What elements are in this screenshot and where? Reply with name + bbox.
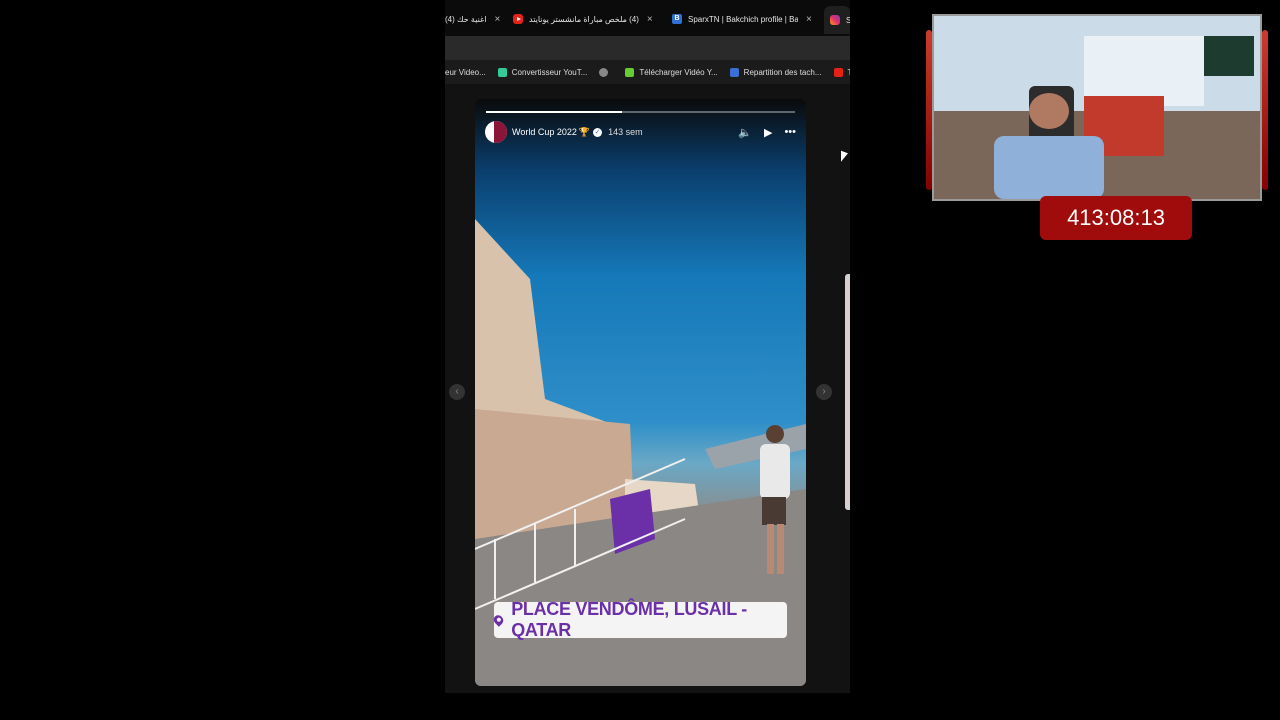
tab-2[interactable]: (4) ملخص مباراة مانشستر يونايتد × <box>513 8 663 30</box>
webcam-scene <box>934 16 1260 199</box>
location-sticker[interactable]: PLACE VENDÔME, LUSAIL - QATAR <box>491 599 787 640</box>
more-options-icon[interactable]: ••• <box>784 126 796 138</box>
qatar-flag-avatar[interactable] <box>485 121 507 143</box>
next-story-button[interactable]: › <box>816 384 832 400</box>
bookmark-label: Convertisseur YouT... <box>511 67 588 77</box>
bookmark-label: Télécharger Vidéo Y... <box>639 67 718 77</box>
download-icon <box>625 67 635 77</box>
streamer-webcam <box>932 14 1262 201</box>
close-icon[interactable]: × <box>494 14 500 25</box>
trophy-icon: 🏆 <box>578 126 591 137</box>
address-toolbar <box>445 36 850 60</box>
location-pin-icon <box>491 613 506 627</box>
tab-label: (4) اغنية حك <box>445 14 487 24</box>
tab-label: (4) ملخص مباراة مانشستر يونايتد <box>529 14 639 24</box>
story-controls: 🔈 ▶ ••• <box>738 126 796 139</box>
previous-story-button[interactable]: ‹ <box>449 384 465 400</box>
doc-icon <box>729 67 739 77</box>
close-icon[interactable]: × <box>647 14 653 25</box>
bookmark-6[interactable]: Te <box>833 67 851 77</box>
close-icon[interactable]: × <box>806 14 812 25</box>
stream-timer: 413:08:13 <box>1040 196 1192 240</box>
bookmark-4[interactable]: Télécharger Vidéo Y... <box>625 67 718 77</box>
story-time-ago: 143 sem <box>608 127 643 137</box>
tab-bar: (4) اغنية حك × (4) ملخص مباراة مانشستر ي… <box>445 0 850 36</box>
play-icon[interactable]: ▶ <box>764 126 772 139</box>
location-label: PLACE VENDÔME, LUSAIL - QATAR <box>511 599 747 640</box>
browser-window: (4) اغنية حك × (4) ملخص مباراة مانشستر ي… <box>445 0 850 693</box>
tab-3[interactable]: B SparxTN | Bakchich profile | Bak × <box>672 8 820 30</box>
story-progress-bar <box>486 111 795 113</box>
bookmark-label: eur Video... <box>445 67 486 77</box>
bookmarks-bar: eur Video... Convertisseur YouT... Téléc… <box>445 60 850 84</box>
story-account-name[interactable]: World Cup 2022 <box>512 127 577 137</box>
tab-label: SparxTN | Bakchich profile | Bak <box>688 14 798 24</box>
story-viewer[interactable]: World Cup 2022 🏆 ✓ 143 sem 🔈 ▶ ••• PLACE… <box>475 99 806 686</box>
bookmark-label: Te <box>847 67 851 77</box>
sparx-icon: B <box>672 14 682 24</box>
youtube-icon <box>513 14 523 24</box>
bookmark-3[interactable] <box>599 67 613 77</box>
bookmark-1[interactable]: eur Video... <box>445 68 486 77</box>
mouse-cursor-icon <box>841 150 848 165</box>
story-header: World Cup 2022 🏆 ✓ 143 sem 🔈 ▶ ••• <box>485 121 796 143</box>
story-progress-fill <box>486 111 622 113</box>
youtube-icon <box>833 67 843 77</box>
tab-4-active[interactable]: S <box>824 6 850 34</box>
bookmark-2[interactable]: Convertisseur YouT... <box>497 67 588 77</box>
instagram-story-page: ‹ › World Cup 2022 🏆 ✓ 143 sem 🔈 ▶ ••• P… <box>445 84 850 693</box>
convert-icon <box>497 67 507 77</box>
instagram-icon <box>830 15 840 25</box>
tab-1[interactable]: (4) اغنية حك × <box>445 8 505 30</box>
tab-label: S <box>846 15 850 25</box>
bookmark-label: Repartition des tach... <box>743 67 822 77</box>
globe-icon <box>599 67 609 77</box>
bookmark-5[interactable]: Repartition des tach... <box>729 67 822 77</box>
webcam-frame-glow-right <box>1262 30 1268 190</box>
verified-badge-icon: ✓ <box>593 127 603 137</box>
volume-icon[interactable]: 🔈 <box>738 126 752 139</box>
next-story-preview[interactable] <box>845 274 850 510</box>
